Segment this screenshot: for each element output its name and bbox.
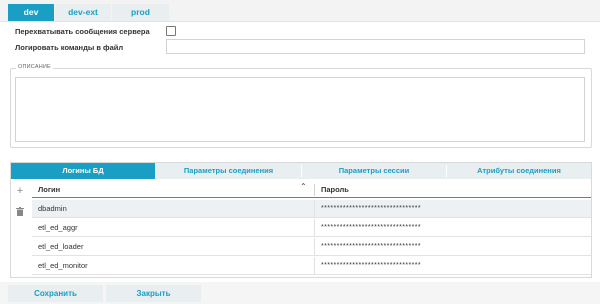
column-header-login[interactable]: Логин (32, 182, 314, 197)
column-header-password[interactable]: Пароль (315, 182, 591, 197)
tab-session-params[interactable]: Параметры сессии (302, 163, 446, 179)
grid-toolbar: + (11, 180, 29, 277)
password-cell: ******************************** (321, 262, 421, 269)
password-cell: ******************************** (321, 224, 421, 231)
description-legend: ОПИСАНИЕ (16, 64, 53, 70)
tab-dev[interactable]: dev (8, 4, 54, 21)
trash-icon[interactable] (15, 207, 25, 217)
close-button[interactable]: Закрыть (106, 285, 201, 302)
tab-connection-attributes[interactable]: Атрибуты соединения (447, 163, 591, 179)
trash-icon-glyph (16, 207, 24, 216)
tab-dev-ext[interactable]: dev-ext (55, 4, 111, 21)
plus-icon[interactable]: + (15, 186, 25, 197)
log-file-input[interactable] (166, 39, 585, 54)
tab-db-logins[interactable]: Логины БД (11, 163, 155, 179)
login-cell: etl_ed_loader (38, 242, 84, 251)
sort-asc-icon[interactable]: ⌃ (300, 182, 307, 191)
dialog-footer: Сохранить Закрыть (0, 282, 600, 304)
password-cell: ******************************** (321, 243, 421, 250)
table-row[interactable]: etl_ed_monitor *************************… (32, 257, 591, 275)
grid-header: Логин ⌃ Пароль (32, 182, 591, 198)
intercept-messages-label: Перехватывать сообщения сервера (15, 27, 150, 36)
environment-tab-bar: dev dev-ext prod (0, 0, 600, 22)
table-row[interactable]: dbadmin ******************************** (32, 200, 591, 218)
tab-prod[interactable]: prod (112, 4, 169, 21)
table-row[interactable]: etl_ed_loader **************************… (32, 238, 591, 256)
sub-tab-bar: Логины БД Параметры соединения Параметры… (11, 163, 591, 179)
table-row[interactable]: etl_ed_aggr ****************************… (32, 219, 591, 237)
password-cell: ******************************** (321, 205, 421, 212)
login-cell: dbadmin (38, 204, 67, 213)
log-commands-label: Логировать команды в файл (15, 43, 124, 52)
intercept-messages-checkbox[interactable] (166, 26, 176, 36)
tab-connection-params[interactable]: Параметры соединения (156, 163, 301, 179)
save-button[interactable]: Сохранить (8, 285, 103, 302)
login-cell: etl_ed_aggr (38, 223, 78, 232)
login-cell: etl_ed_monitor (38, 261, 88, 270)
credentials-panel: Логины БД Параметры соединения Параметры… (10, 162, 592, 278)
description-textarea[interactable] (15, 77, 585, 142)
